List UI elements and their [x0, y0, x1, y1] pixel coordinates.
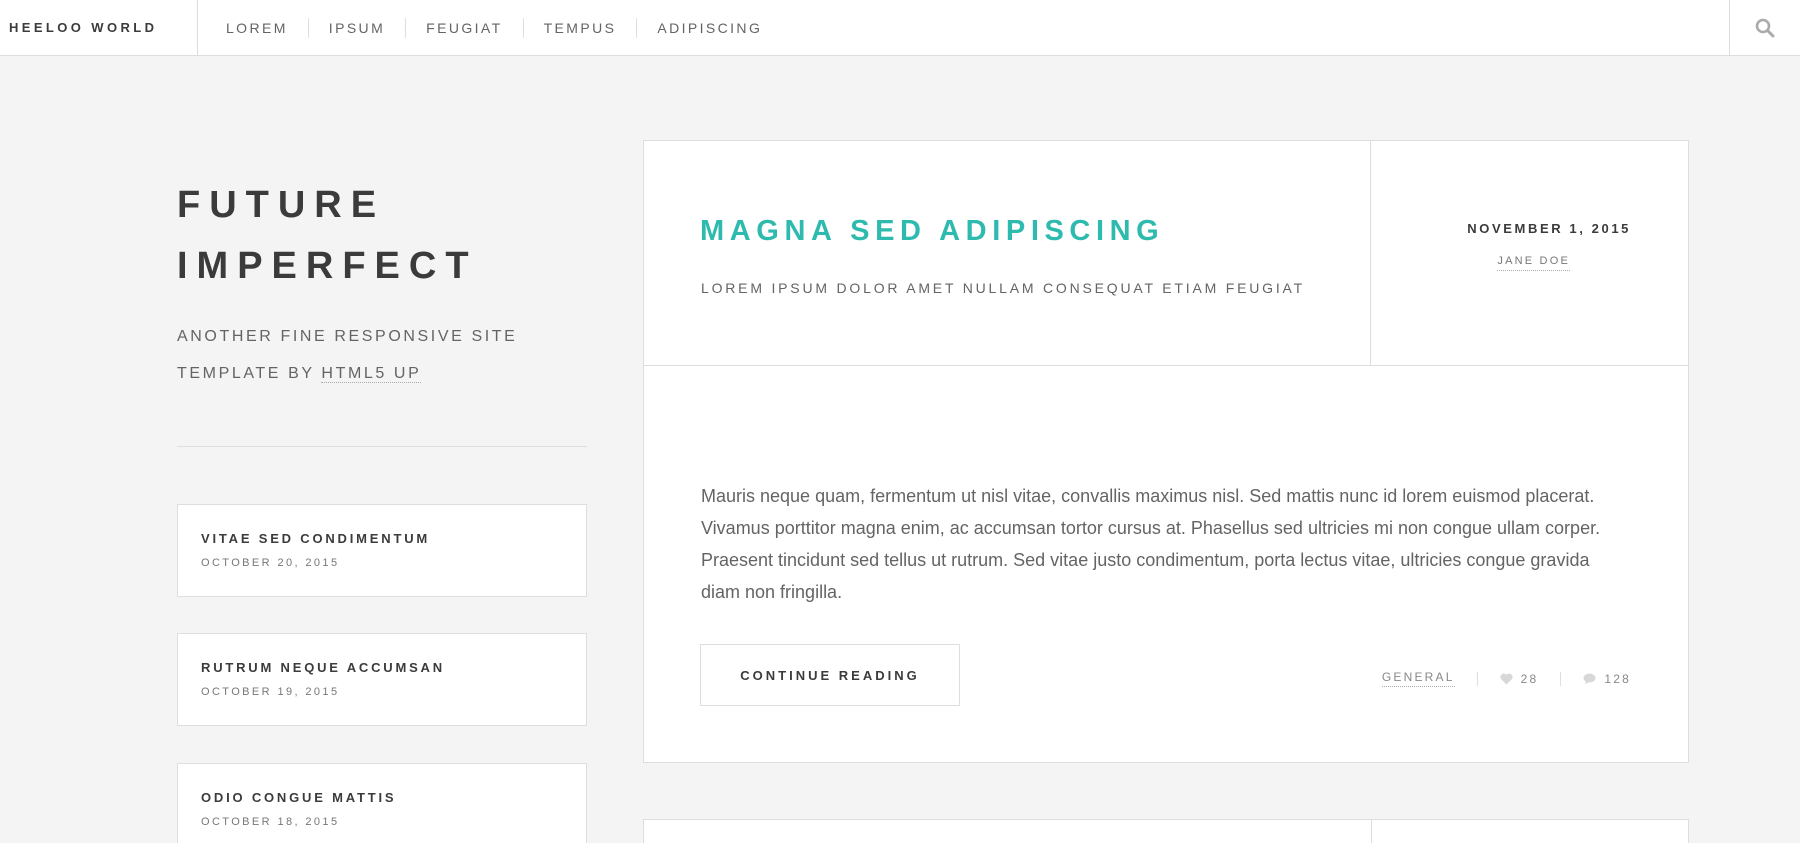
- likes-stat[interactable]: 28: [1476, 671, 1561, 686]
- comments-stat[interactable]: 128: [1560, 671, 1631, 686]
- post-header: MAGNA SED ADIPISCING LOREM IPSUM DOLOR A…: [644, 141, 1688, 366]
- post-subtitle: LOREM IPSUM DOLOR AMET NULLAM CONSEQUAT …: [701, 280, 1305, 296]
- search-button[interactable]: [1729, 0, 1800, 55]
- post-excerpt: Mauris neque quam, fermentum ut nisl vit…: [701, 486, 1601, 602]
- next-post-divider: [1371, 820, 1372, 843]
- top-header: HEELOO WORLD LOREM IPSUM FEUGIAT TEMPUS …: [0, 0, 1800, 56]
- brand-logo-link[interactable]: HEELOO WORLD: [0, 0, 198, 55]
- likes-count: 28: [1520, 671, 1539, 686]
- mini-post[interactable]: RUTRUM NEQUE ACCUMSAN OCTOBER 19, 2015: [177, 633, 587, 726]
- html5up-link[interactable]: HTML5 UP: [321, 365, 422, 383]
- nav-item-lorem[interactable]: LOREM: [198, 18, 308, 38]
- site-title: FUTURE IMPERFECT: [177, 175, 597, 297]
- site-tagline: ANOTHER FINE RESPONSIVE SITE TEMPLATE BY…: [177, 318, 597, 392]
- nav-item-tempus[interactable]: TEMPUS: [522, 17, 637, 38]
- sidebar-divider: [177, 446, 587, 447]
- search-icon: [1755, 18, 1775, 37]
- post-card: MAGNA SED ADIPISCING LOREM IPSUM DOLOR A…: [643, 140, 1689, 763]
- nav-item-adipiscing[interactable]: ADIPISCING: [636, 17, 782, 38]
- mini-post-title[interactable]: RUTRUM NEQUE ACCUMSAN: [201, 660, 586, 676]
- mini-post-date: OCTOBER 20, 2015: [201, 557, 340, 569]
- comment-icon: [1583, 673, 1596, 684]
- heart-icon: [1500, 673, 1513, 684]
- mini-post-title[interactable]: ODIO CONGUE MATTIS: [201, 790, 586, 806]
- continue-reading-button[interactable]: CONTINUE READING: [700, 644, 960, 706]
- site-title-line-2: IMPERFECT: [177, 245, 478, 287]
- category-link[interactable]: GENERAL: [1381, 670, 1455, 687]
- post-stats: GENERAL 28 128: [1381, 670, 1631, 687]
- post-meta: NOVEMBER 1, 2015 JANE DOE: [1371, 141, 1688, 365]
- mini-post-title[interactable]: VITAE SED CONDIMENTUM: [201, 531, 586, 547]
- post-author-link[interactable]: JANE DOE: [1497, 255, 1570, 271]
- main-nav: LOREM IPSUM FEUGIAT TEMPUS ADIPISCING: [198, 0, 782, 55]
- post-date: NOVEMBER 1, 2015: [1467, 221, 1631, 236]
- nav-item-ipsum[interactable]: IPSUM: [307, 17, 405, 38]
- mini-post-date: OCTOBER 19, 2015: [201, 686, 340, 698]
- post-title-link[interactable]: MAGNA SED ADIPISCING: [700, 215, 1164, 248]
- site-title-line-1: FUTURE: [177, 184, 386, 226]
- nav-item-feugiat[interactable]: FEUGIAT: [405, 17, 522, 38]
- mini-post[interactable]: ODIO CONGUE MATTIS OCTOBER 18, 2015: [177, 763, 587, 843]
- category-stat[interactable]: GENERAL: [1381, 670, 1477, 687]
- post-title-block: MAGNA SED ADIPISCING LOREM IPSUM DOLOR A…: [644, 141, 1371, 365]
- next-post-card: [643, 819, 1689, 843]
- mini-post-date: OCTOBER 18, 2015: [201, 816, 340, 828]
- mini-post[interactable]: VITAE SED CONDIMENTUM OCTOBER 20, 2015: [177, 504, 587, 597]
- comments-count: 128: [1604, 671, 1631, 686]
